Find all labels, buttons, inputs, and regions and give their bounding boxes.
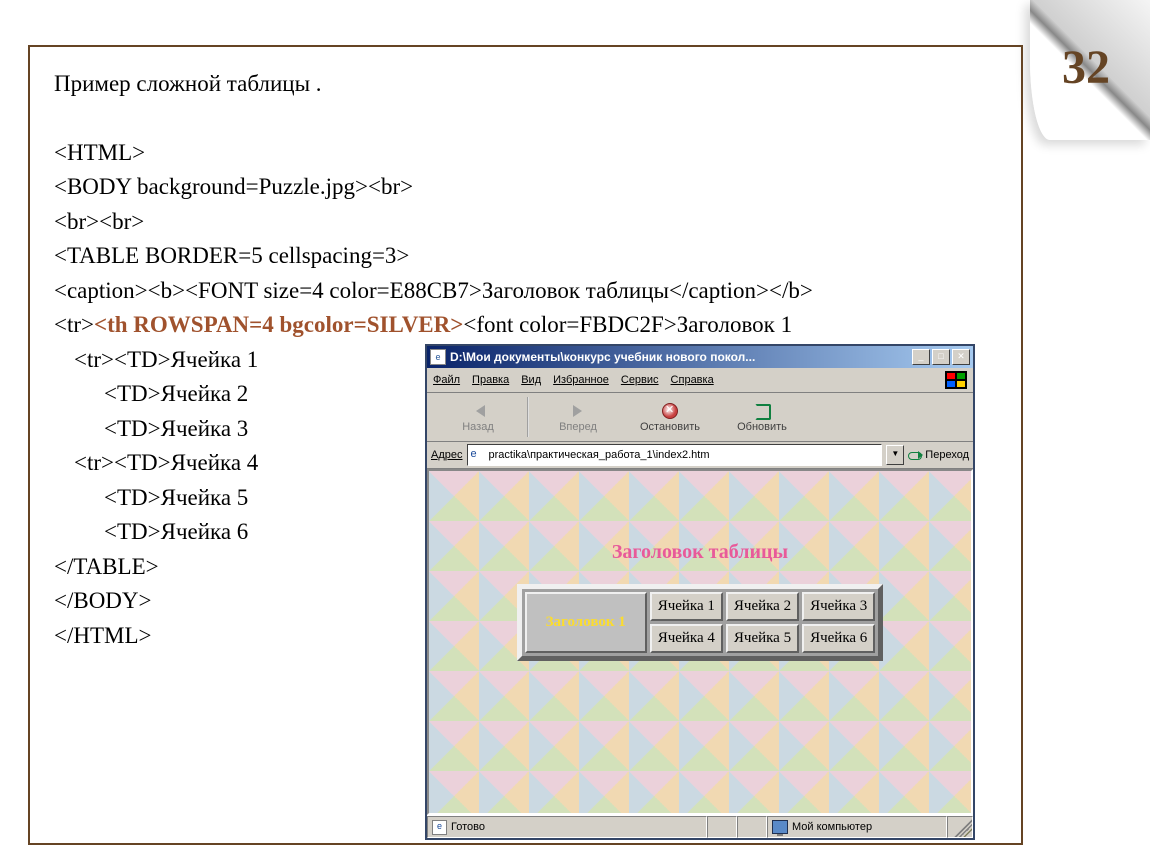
cell-5: Ячейка 5 — [726, 624, 799, 653]
status-ready: e Готово — [427, 816, 707, 838]
menu-favorites[interactable]: Избранное — [553, 374, 609, 386]
menubar: Файл Правка Вид Избранное Сервис Справка — [427, 368, 973, 393]
forward-button[interactable]: Вперед — [533, 395, 623, 439]
rowspan-highlight: <th ROWSPAN=4 bgcolor=SILVER> — [94, 312, 463, 337]
address-url: practika\практическая_работа_1\index2.ht… — [489, 449, 710, 461]
titlebar[interactable]: e D:\Мои документы\конкурс учебник новог… — [427, 346, 973, 368]
toolbar: Назад Вперед Остановить Обновить — [427, 393, 973, 442]
status-zone: Мой компьютер — [767, 816, 947, 838]
address-bar: Адрес e practika\практическая_работа_1\i… — [427, 442, 973, 469]
menu-help[interactable]: Справка — [671, 374, 714, 386]
back-button[interactable]: Назад — [433, 395, 523, 439]
windows-logo-icon — [945, 371, 967, 389]
refresh-button[interactable]: Обновить — [717, 395, 807, 439]
code-line-1: <HTML> — [54, 136, 997, 171]
code-line-6: <tr><th ROWSPAN=4 bgcolor=SILVER><font c… — [54, 308, 997, 343]
menu-edit[interactable]: Правка — [472, 374, 509, 386]
cell-4: Ячейка 4 — [650, 624, 723, 653]
code-line-2: <BODY background=Puzzle.jpg><br> — [54, 170, 997, 205]
back-arrow-icon — [468, 401, 488, 421]
resize-grip[interactable] — [947, 816, 973, 838]
stop-button[interactable]: Остановить — [625, 395, 715, 439]
demo-table: Заголовок 1 Ячейка 1 Ячейка 2 Ячейка 3 Я… — [517, 584, 884, 661]
cell-1: Ячейка 1 — [650, 592, 723, 621]
status-cell-blank-2 — [737, 816, 767, 838]
status-cell-blank-1 — [707, 816, 737, 838]
minimize-button[interactable]: _ — [912, 349, 930, 365]
row-header: Заголовок 1 — [525, 592, 647, 653]
go-arrow-icon — [908, 448, 922, 462]
menu-file[interactable]: Файл — [433, 374, 460, 386]
slide-title: Пример сложной таблицы . — [54, 67, 997, 102]
stop-icon — [660, 401, 680, 421]
table-row: Заголовок 1 Ячейка 1 Ячейка 2 Ячейка 3 — [525, 592, 876, 621]
statusbar: e Готово Мой компьютер — [427, 815, 973, 838]
menu-view[interactable]: Вид — [521, 374, 541, 386]
browser-viewport[interactable]: Заголовок таблицы Заголовок 1 Ячейка 1 Я… — [427, 469, 973, 815]
menu-tools[interactable]: Сервис — [621, 374, 659, 386]
close-button[interactable]: ✕ — [952, 349, 970, 365]
ie-page-icon: e — [471, 448, 485, 462]
my-computer-icon — [772, 820, 788, 834]
cell-6: Ячейка 6 — [802, 624, 875, 653]
window-title: D:\Мои документы\конкурс учебник нового … — [450, 350, 912, 364]
refresh-icon — [752, 401, 772, 421]
cell-3: Ячейка 3 — [802, 592, 875, 621]
ie-status-icon: e — [432, 820, 447, 835]
browser-window: e D:\Мои документы\конкурс учебник новог… — [425, 344, 975, 840]
cell-2: Ячейка 2 — [726, 592, 799, 621]
code-line-5: <caption><b><FONT size=4 color=E88CB7>За… — [54, 274, 997, 309]
table-caption: Заголовок таблицы — [429, 541, 971, 564]
code-line-4: <TABLE BORDER=5 cellspacing=3> — [54, 239, 997, 274]
forward-arrow-icon — [568, 401, 588, 421]
page-number: 32 — [1062, 40, 1110, 95]
maximize-button[interactable]: □ — [932, 349, 950, 365]
address-dropdown-button[interactable]: ▼ — [886, 445, 904, 465]
address-input[interactable]: e practika\практическая_работа_1\index2.… — [467, 444, 883, 466]
toolbar-separator — [527, 397, 529, 437]
go-button[interactable]: Переход — [908, 448, 969, 462]
html-file-icon: e — [430, 349, 446, 365]
address-label: Адрес — [431, 449, 463, 461]
code-line-3: <br><br> — [54, 205, 997, 240]
